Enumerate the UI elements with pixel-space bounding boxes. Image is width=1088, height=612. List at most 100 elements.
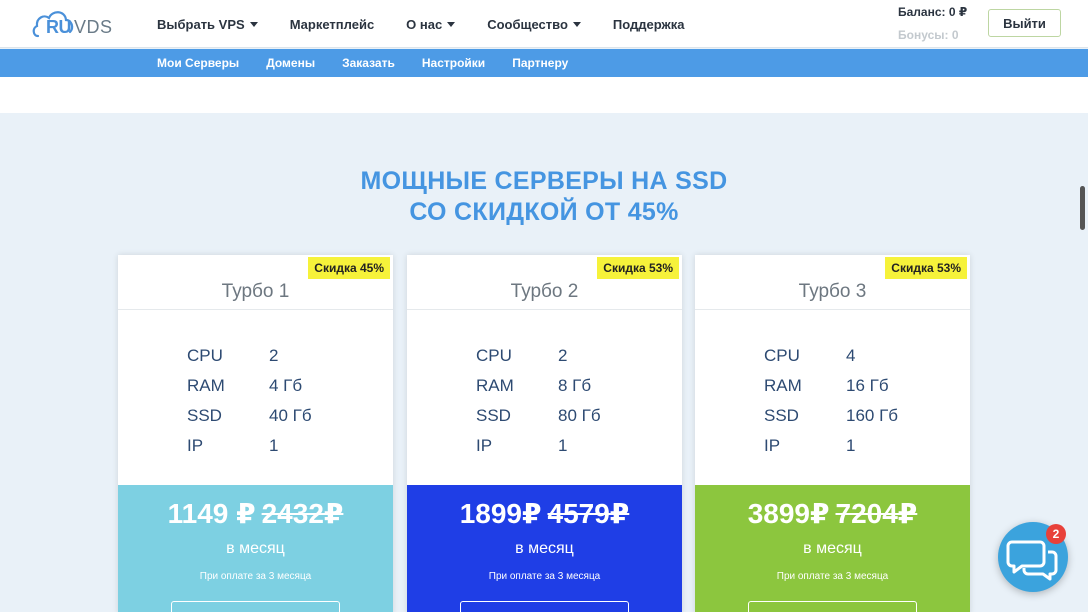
plan-card-turbo-2: Турбо 2 Скидка 53% CPU 2 RAM 8 Гб SSD 80 Гб… [407,255,682,612]
top-white-band [0,77,1088,113]
spec-row: CPU 4 [764,341,898,371]
plan-card-header: Турбо 3 Скидка 53% [695,255,970,310]
balance-text[interactable]: Баланс: 0 ₽ [898,5,967,19]
nav-marketplace-label: Маркетплейс [289,16,375,32]
spec-row: IP 1 [187,431,312,461]
sub-nav: Мои Серверы Домены Заказать Настройки Па… [0,49,1088,77]
nav-community-label: Сообщество [487,16,568,32]
spec-value: 40 Гб [269,406,312,425]
chevron-down-icon [572,21,581,27]
plan-card-header: Турбо 2 Скидка 53% [407,255,682,310]
order-button[interactable] [171,601,340,612]
price-line: 3899₽ 7204₽ [695,497,970,530]
price-note: При оплате за 3 месяца [199,571,312,582]
spec-key: CPU [764,346,800,365]
logo-ru-text: RU [46,17,72,37]
chat-unread-badge: 2 [1046,524,1066,544]
price-line: 1149 ₽2432₽ [118,497,393,530]
nav-community[interactable]: Сообщество [487,17,581,32]
main-nav: Выбрать VPS Маркетплейс О нас Сообщество… [157,0,716,48]
spec-row: CPU 2 [187,341,312,371]
price-period: в месяц [226,540,285,557]
promo-line-2: СО СКИДКОЙ ОТ 45% [409,198,679,226]
price-note: При оплате за 3 месяца [488,571,601,582]
plan-specs: CPU 4 RAM 16 Гб SSD 160 Гб IP 1 [764,341,898,461]
plan-title: Турбо 3 [798,281,867,302]
discount-badge: Скидка 53% [885,257,967,279]
spec-row: SSD 40 Гб [187,401,312,431]
subnav-domains[interactable]: Домены [266,56,315,70]
discount-badge: Скидка 45% [308,257,390,279]
logout-button[interactable]: Выйти [988,9,1061,37]
site-logo[interactable]: RU VDS [32,6,114,40]
spec-value: 16 Гб [846,376,889,395]
price-line: 1899₽ 4579₽ [407,497,682,530]
price-current: 1899₽ [459,498,542,529]
spec-row: RAM 4 Гб [187,371,312,401]
plan-specs: CPU 2 RAM 4 Гб SSD 40 Гб IP 1 [187,341,312,461]
spec-row: SSD 160 Гб [764,401,898,431]
spec-row: IP 1 [476,431,601,461]
nav-support-label: Поддержка [612,16,685,32]
spec-key: RAM [476,376,514,395]
plan-card-turbo-1: Турбо 1 Скидка 45% CPU 2 RAM 4 Гб SSD 40 Гб… [118,255,393,612]
price-box: 1899₽ 4579₽ в месяц При оплате за 3 месяц… [407,485,682,612]
nav-support[interactable]: Поддержка [613,17,685,32]
price-period: в месяц [803,540,862,557]
order-button[interactable] [460,601,629,612]
promo-line-1: МОЩНЫЕ СЕРВЕРЫ НА SSD [360,167,728,195]
nav-about-label: О нас [406,16,443,32]
logo-vds-text: VDS [74,17,113,37]
subnav-partner[interactable]: Партнеру [512,56,568,70]
spec-value: 8 Гб [558,376,592,395]
spec-key: IP [476,436,493,455]
promo-headline: МОЩНЫЕ СЕРВЕРЫ НА SSD СО СКИДКОЙ ОТ 45% [0,166,1088,228]
nav-choose-vps[interactable]: Выбрать VPS [157,17,258,32]
spec-value: 2 [269,346,279,365]
spec-key: CPU [187,346,223,365]
price-old: 2432₽ [261,498,344,529]
price-note: При оплате за 3 месяца [776,571,889,582]
spec-value: 4 [846,346,856,365]
spec-row: RAM 8 Гб [476,371,601,401]
page-scrollbar-thumb[interactable] [1080,186,1085,230]
plan-title: Турбо 2 [510,281,579,302]
spec-key: RAM [187,376,225,395]
spec-value: 4 Гб [269,376,303,395]
spec-value: 2 [558,346,568,365]
nav-marketplace[interactable]: Маркетплейс [290,17,374,32]
plan-card-header: Турбо 1 Скидка 45% [118,255,393,310]
spec-row: CPU 2 [476,341,601,371]
price-old: 4579₽ [547,498,630,529]
spec-key: IP [764,436,781,455]
spec-value: 1 [269,436,279,455]
spec-key: RAM [764,376,802,395]
spec-key: IP [187,436,204,455]
plan-title: Турбо 1 [221,281,290,302]
subnav-order[interactable]: Заказать [342,56,395,70]
price-current: 1149 ₽ [167,498,256,529]
spec-row: SSD 80 Гб [476,401,601,431]
spec-key: SSD [764,406,799,425]
price-old: 7204₽ [835,498,918,529]
bonus-text: Бонусы: 0 [898,28,959,42]
discount-badge: Скидка 53% [597,257,679,279]
nav-about[interactable]: О нас [406,16,456,32]
spec-value: 80 Гб [558,406,601,425]
spec-value: 1 [846,436,856,455]
chevron-down-icon [249,21,258,27]
order-button[interactable] [748,601,917,612]
chevron-down-icon [447,21,456,27]
subnav-settings[interactable]: Настройки [422,56,485,70]
price-period: в месяц [515,540,574,557]
spec-key: CPU [476,346,512,365]
top-header: RU VDS Выбрать VPS Маркетплейс О нас Соо… [0,0,1088,48]
plan-card-turbo-3: Турбо 3 Скидка 53% CPU 4 RAM 16 Гб SSD 160 … [695,255,970,612]
subnav-my-servers[interactable]: Мои Серверы [157,56,239,70]
spec-key: SSD [187,406,222,425]
price-box: 1149 ₽2432₽ в месяц При оплате за 3 меся… [118,485,393,612]
spec-key: SSD [476,406,511,425]
nav-choose-vps-label: Выбрать VPS [157,16,245,32]
spec-value: 160 Гб [846,406,899,425]
plan-specs: CPU 2 RAM 8 Гб SSD 80 Гб IP 1 [476,341,601,461]
